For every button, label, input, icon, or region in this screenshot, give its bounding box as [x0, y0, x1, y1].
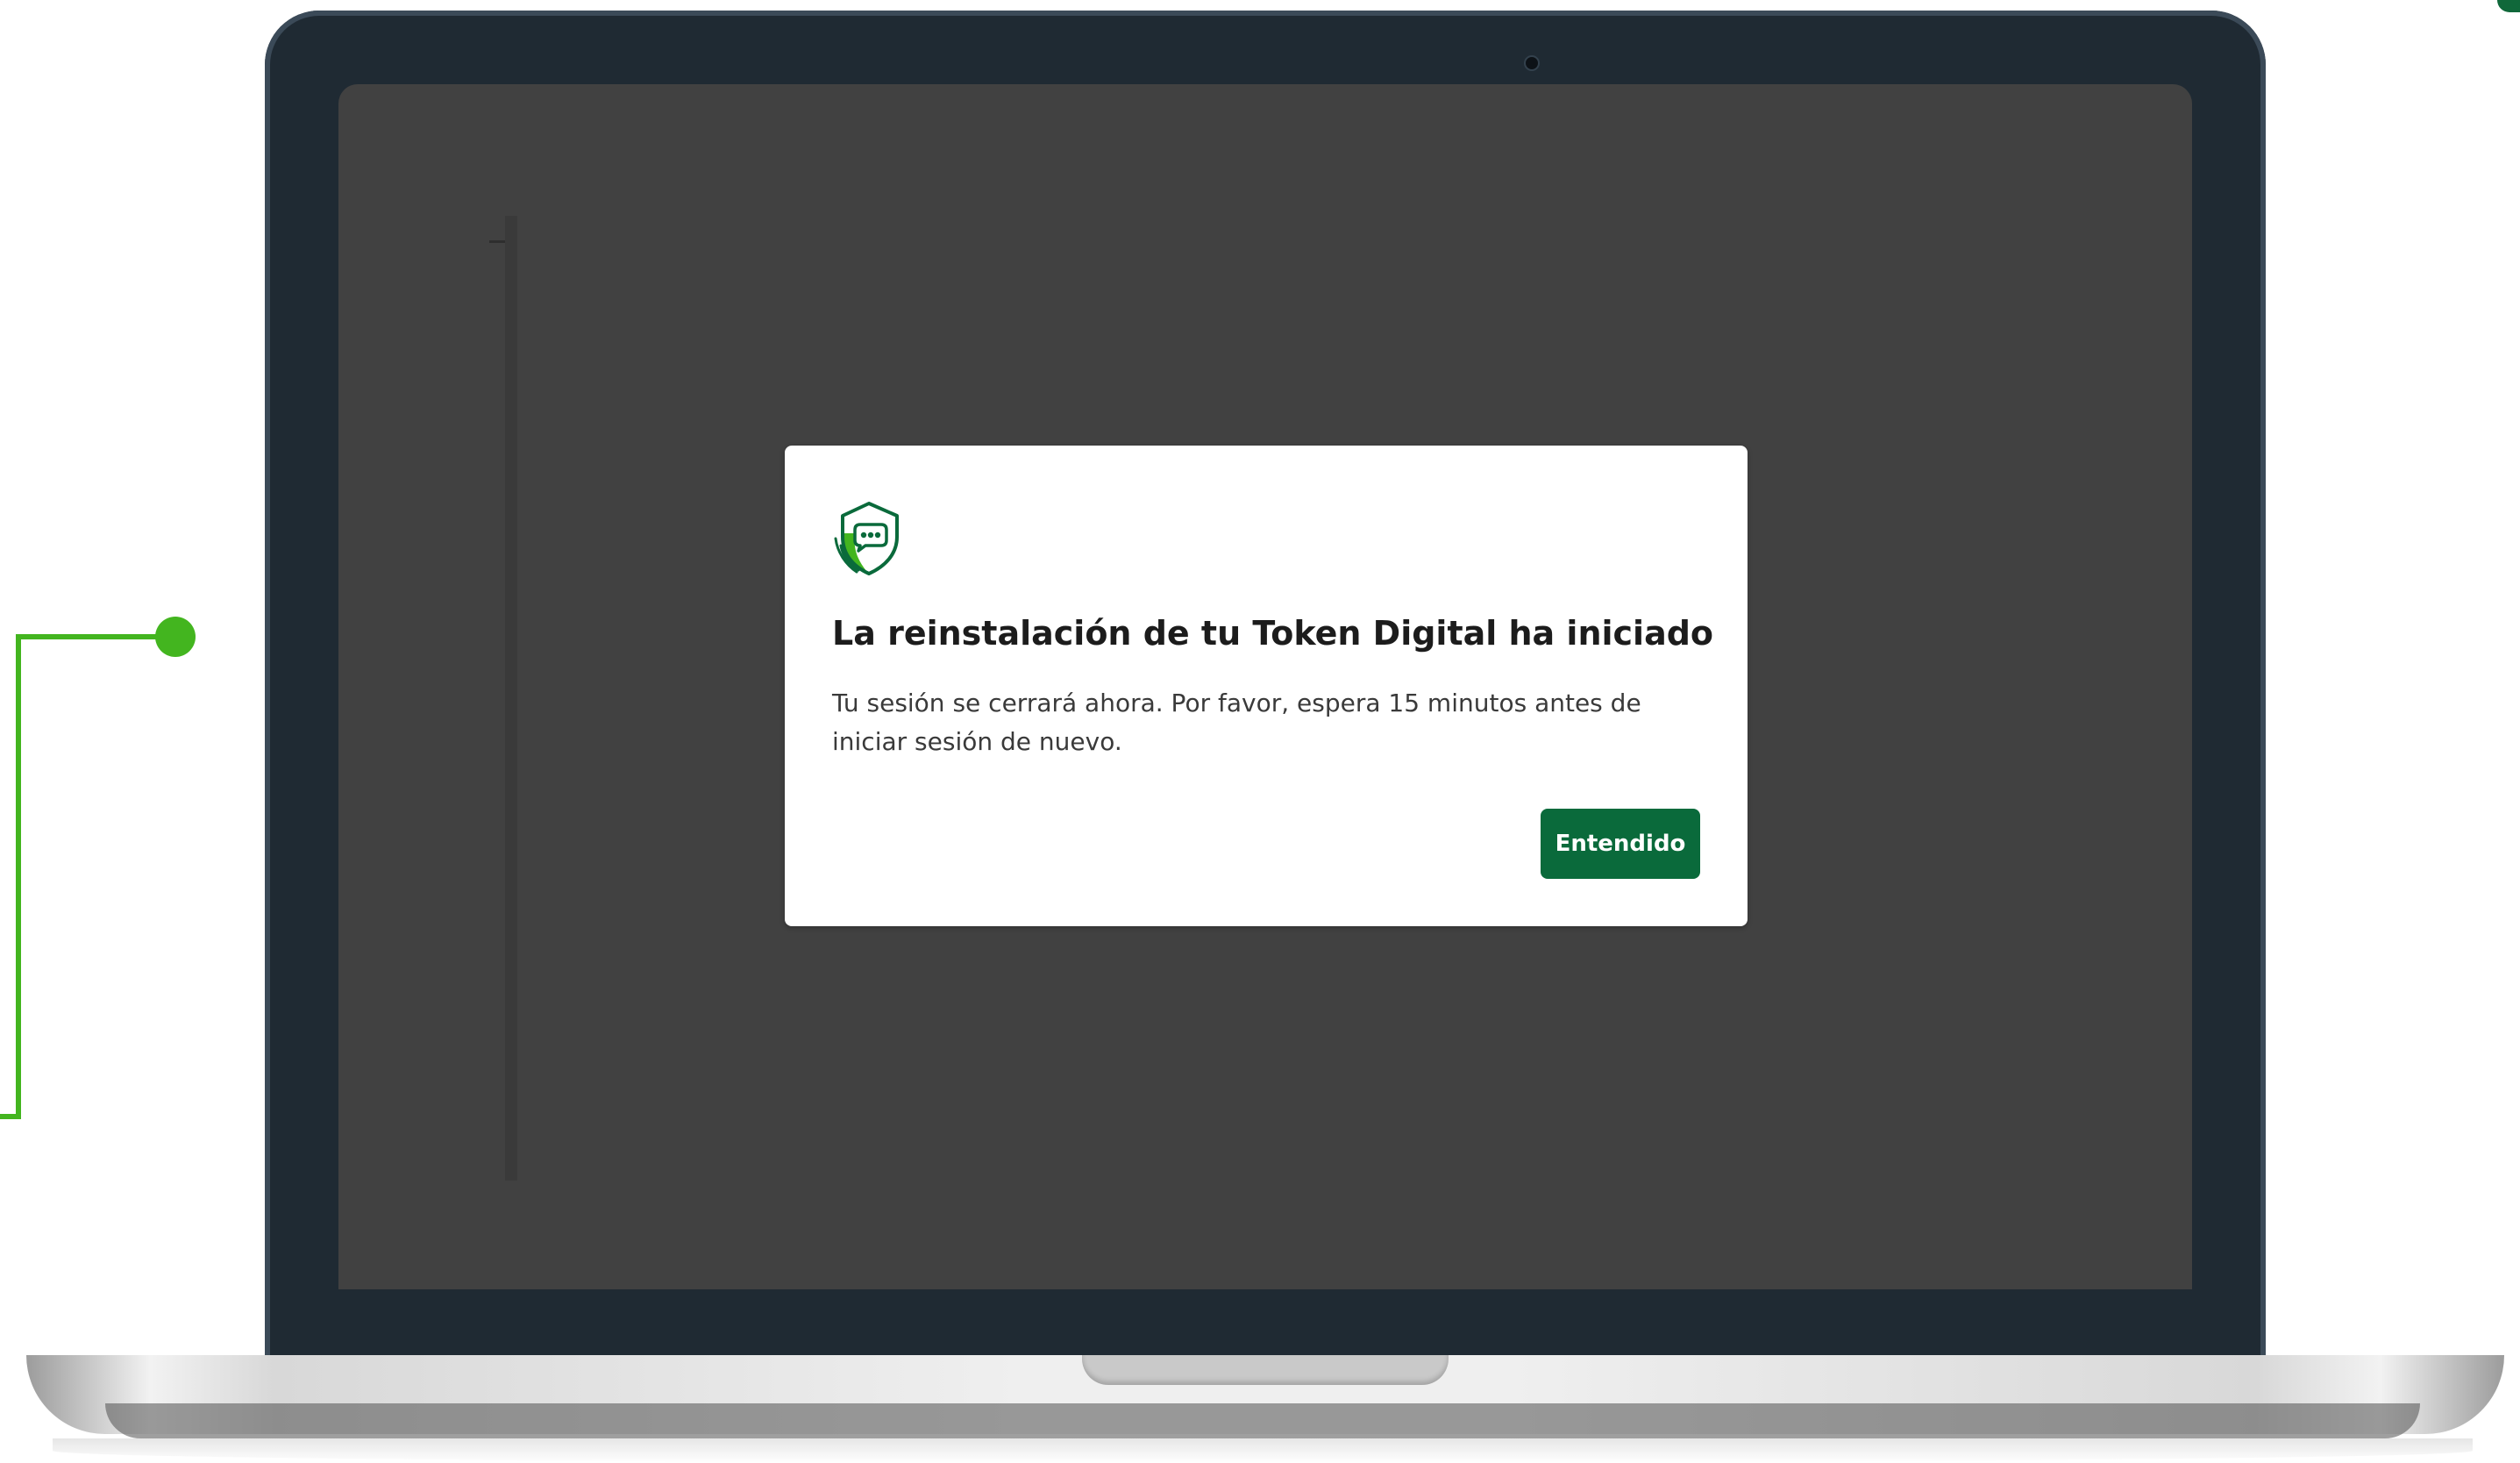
- shield-dots-icon: [830, 498, 904, 577]
- dialog-message: Tu sesión se cerrará ahora. Por favor, e…: [832, 689, 1641, 756]
- laptop-base-shadow: [105, 1403, 2420, 1438]
- connector-dot: [155, 617, 196, 657]
- understood-button[interactable]: Entendido: [1541, 809, 1700, 879]
- dialog-title: La reinstalación de tu Token Digital ha …: [832, 614, 1714, 653]
- modal-dialog: La reinstalación de tu Token Digital ha …: [785, 446, 1748, 926]
- connector-line-vertical: [16, 634, 21, 1119]
- page: La reinstalación de tu Token Digital ha …: [0, 0, 2520, 1463]
- laptop-reflection: [53, 1438, 2473, 1463]
- camera-icon: [1524, 55, 1540, 71]
- laptop-notch: [1082, 1355, 1449, 1385]
- connector-line: [16, 634, 175, 639]
- background-scrollbar: [505, 216, 517, 1181]
- connector-line-bottom: [0, 1114, 21, 1119]
- corner-accent: [2497, 0, 2520, 12]
